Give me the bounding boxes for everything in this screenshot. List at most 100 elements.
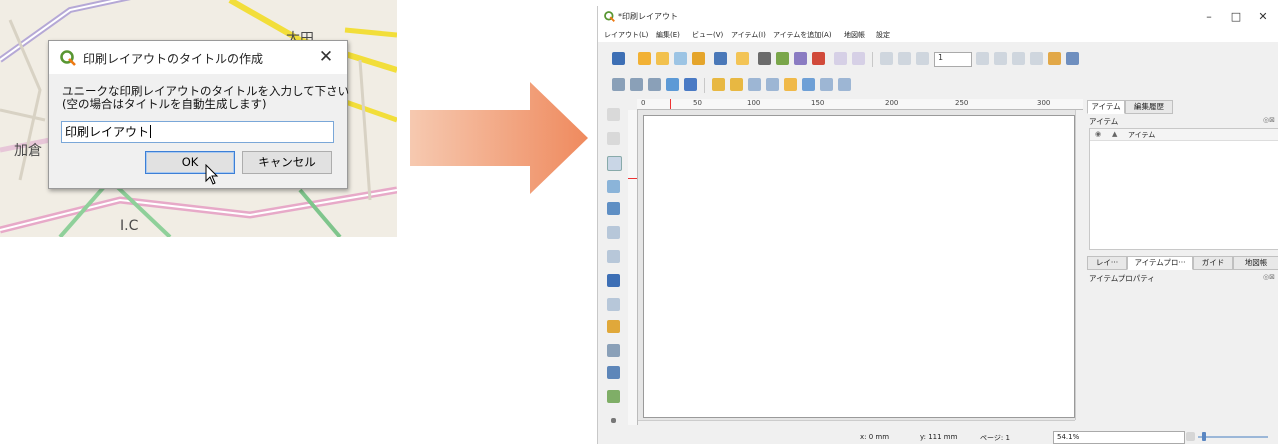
horizontal-ruler: 0 50 100 150 200 250 300	[637, 99, 1083, 110]
resize-icon[interactable]	[838, 78, 851, 91]
qgis-logo-icon	[60, 50, 76, 66]
add-3d-map-icon[interactable]	[607, 250, 620, 263]
zoom-out-icon[interactable]	[630, 78, 643, 91]
menu-item[interactable]: アイテム(I)	[731, 30, 766, 40]
ungroup-icon[interactable]	[766, 78, 779, 91]
cancel-button[interactable]: キャンセル	[242, 151, 332, 174]
qgis-logo-icon	[604, 11, 615, 22]
menu-atlas[interactable]: 地図帳	[844, 30, 865, 40]
previous-feature-icon[interactable]	[916, 52, 929, 65]
first-feature-icon[interactable]	[898, 52, 911, 65]
add-shape-icon[interactable]	[607, 390, 620, 403]
atlas-preview-icon[interactable]	[880, 52, 893, 65]
menubar: レイアウト(L) 編集(E) ビュー(V) アイテム(I) アイテムを追加(A)…	[598, 27, 1278, 42]
zoom-tool-icon[interactable]	[607, 132, 620, 145]
create-layout-title-dialog: 印刷レイアウトのタイトルの作成 ✕ ユニークな印刷レイアウトのタイトルを入力して…	[48, 40, 349, 189]
undo-icon[interactable]	[834, 52, 847, 65]
pan-icon[interactable]	[607, 108, 620, 121]
add-text-icon[interactable]	[607, 366, 620, 379]
map-label: I.C	[120, 218, 139, 234]
export-pdf-icon[interactable]	[812, 52, 825, 65]
items-list[interactable]: ◉ ▲ アイテム	[1089, 128, 1278, 250]
distribute-icon[interactable]	[820, 78, 833, 91]
add-scalebar-icon[interactable]	[607, 344, 620, 357]
tab-atlas[interactable]: 地図帳	[1233, 256, 1278, 270]
new-layout-icon[interactable]	[638, 52, 651, 65]
print-icon[interactable]	[758, 52, 771, 65]
minimize-button[interactable]: –	[1197, 8, 1221, 26]
duplicate-layout-icon[interactable]	[656, 52, 669, 65]
panel-float-close-icon[interactable]: ◎⊠	[1263, 273, 1275, 281]
last-feature-icon[interactable]	[1012, 52, 1025, 65]
tab-guides[interactable]: ガイド	[1193, 256, 1233, 270]
horizontal-scrollbar[interactable]	[638, 420, 1075, 429]
page-setup-icon[interactable]	[736, 52, 749, 65]
menu-layout[interactable]: レイアウト(L)	[604, 30, 648, 40]
status-bar: x: 0 mm y: 111 mm ページ: 1 54.1%	[598, 430, 1278, 444]
dropdown-icon[interactable]	[976, 52, 989, 65]
next-feature-icon[interactable]	[994, 52, 1007, 65]
zoom-slider-handle[interactable]	[1202, 432, 1206, 441]
layout-title-input[interactable]: 印刷レイアウト	[61, 121, 334, 143]
export-atlas-icon[interactable]	[1048, 52, 1061, 65]
layout-manager-icon[interactable]	[674, 52, 687, 65]
add-picture-icon[interactable]	[607, 274, 620, 287]
zoom-slider-track[interactable]	[1198, 436, 1268, 438]
group-icon[interactable]	[748, 78, 761, 91]
lower-item-icon[interactable]	[730, 78, 743, 91]
layout-canvas[interactable]	[638, 110, 1075, 420]
select-move-icon[interactable]	[607, 156, 622, 171]
export-image-icon[interactable]	[776, 52, 789, 65]
zoom-dropdown-icon[interactable]	[1186, 432, 1195, 441]
refresh-icon[interactable]	[684, 78, 697, 91]
page-readout: ページ: 1	[980, 434, 1010, 442]
lock-items-icon[interactable]	[784, 78, 797, 91]
vertical-ruler	[628, 110, 638, 425]
save-template-icon[interactable]	[714, 52, 727, 65]
print-atlas-icon[interactable]	[1030, 52, 1043, 65]
print-layout-window: *印刷レイアウト – □ ✕ レイアウト(L) 編集(E) ビュー(V) アイテ…	[597, 6, 1278, 444]
align-icon[interactable]	[802, 78, 815, 91]
items-list-header: ◉ ▲ アイテム	[1090, 129, 1278, 141]
maximize-button[interactable]: □	[1224, 8, 1248, 26]
tab-undo-history[interactable]: 編集履歴	[1125, 100, 1173, 114]
tab-items[interactable]: アイテム	[1087, 100, 1125, 114]
zoom-level-combobox[interactable]: 54.1%	[1053, 431, 1185, 444]
menu-add-item[interactable]: アイテムを追加(A)	[773, 30, 832, 40]
atlas-settings-icon[interactable]	[1066, 52, 1079, 65]
layout-page[interactable]	[643, 115, 1075, 418]
open-folder-icon[interactable]	[692, 52, 705, 65]
zoom-in-icon[interactable]	[612, 78, 625, 91]
move-content-icon[interactable]	[607, 180, 620, 193]
menu-view[interactable]: ビュー(V)	[692, 30, 723, 40]
dialog-titlebar: 印刷レイアウトのタイトルの作成 ✕	[49, 41, 347, 74]
vertical-scrollbar[interactable]	[1075, 110, 1084, 420]
ruler-label: 50	[693, 99, 702, 107]
items-column-header[interactable]: アイテム	[1128, 130, 1155, 140]
close-icon[interactable]: ✕	[315, 45, 337, 69]
zoom-full-icon[interactable]	[666, 78, 679, 91]
export-svg-icon[interactable]	[794, 52, 807, 65]
menu-edit[interactable]: 編集(E)	[656, 30, 680, 40]
edit-nodes-icon[interactable]	[607, 202, 620, 215]
panel-float-close-icon[interactable]: ◎⊠	[1263, 116, 1275, 124]
atlas-page-spinbox[interactable]: 1	[934, 52, 972, 67]
ok-button[interactable]: OK	[145, 151, 235, 174]
save-icon[interactable]	[612, 52, 625, 65]
mouse-pointer-icon	[205, 164, 219, 185]
zoom-actual-icon[interactable]	[648, 78, 661, 91]
item-properties-heading: アイテムプロパティ	[1089, 274, 1155, 283]
add-label-icon[interactable]	[607, 298, 620, 311]
tab-layout[interactable]: レイ···	[1087, 256, 1127, 270]
more-tools-icon[interactable]	[611, 418, 616, 423]
raise-item-icon[interactable]	[712, 78, 725, 91]
close-window-button[interactable]: ✕	[1251, 8, 1275, 26]
zoom-level-value: 54.1%	[1057, 433, 1080, 441]
navigation-toolbar	[602, 76, 1002, 96]
add-map-icon[interactable]	[607, 226, 620, 239]
cursor-x-readout: x: 0 mm	[860, 433, 890, 441]
tab-item-properties[interactable]: アイテムプロ···	[1127, 256, 1193, 270]
add-legend-icon[interactable]	[607, 320, 620, 333]
menu-settings[interactable]: 設定	[876, 30, 890, 40]
redo-icon[interactable]	[852, 52, 865, 65]
